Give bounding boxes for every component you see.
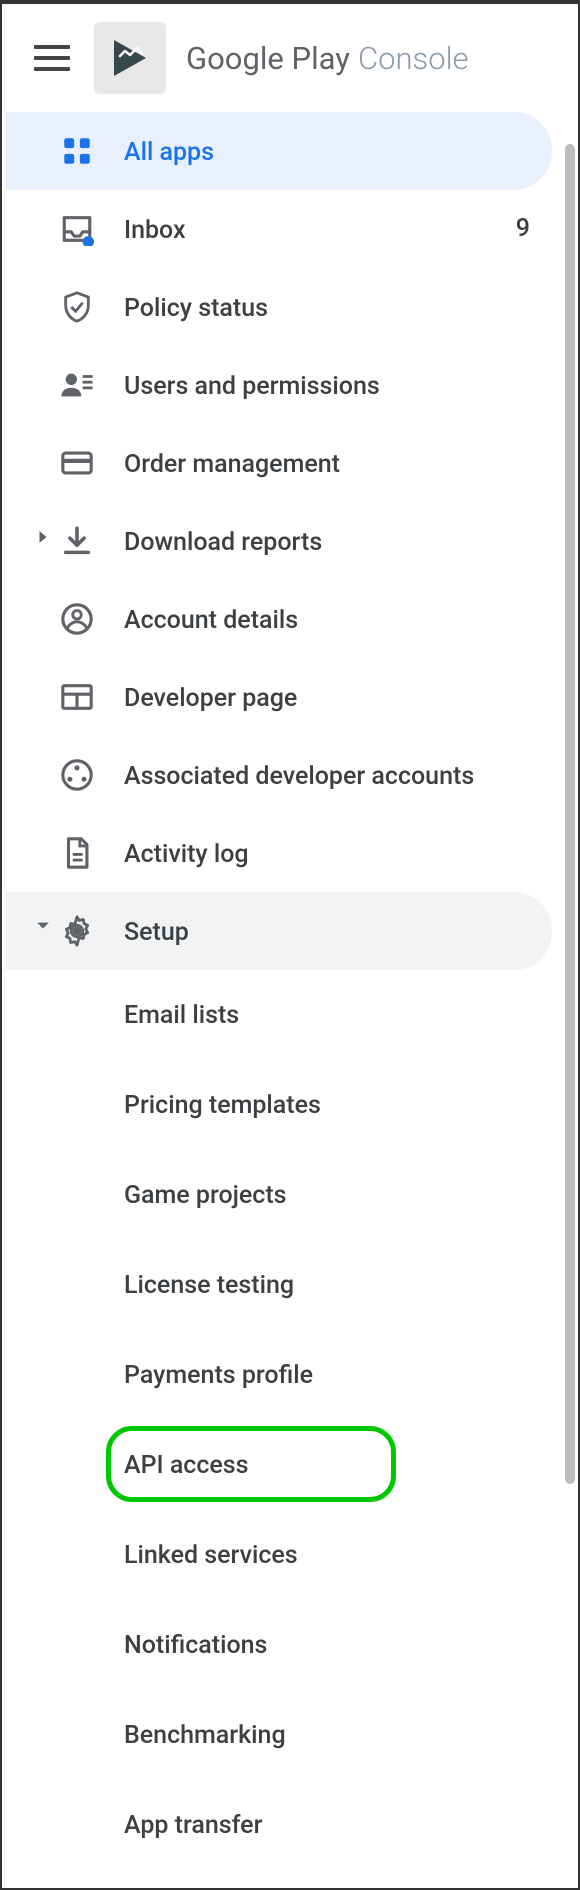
nav-policy-status[interactable]: Policy status [6, 268, 552, 346]
nav-all-apps[interactable]: All apps [6, 112, 552, 190]
nav-label: Setup [124, 916, 538, 950]
sub-payments-profile[interactable]: Payments profile [6, 1330, 552, 1420]
nav-order-management[interactable]: Order management [6, 424, 552, 502]
users-icon [58, 366, 96, 404]
nav-activity-log[interactable]: Activity log [6, 814, 552, 892]
setup-submenu: Email lists Pricing templates Game proje… [6, 970, 578, 1870]
nav-label: Order management [124, 448, 538, 482]
play-console-logo[interactable] [94, 22, 166, 94]
nav-label: Developer page [124, 682, 538, 716]
nav-label: Associated developer accounts [124, 760, 538, 794]
sub-benchmarking[interactable]: Benchmarking [6, 1690, 552, 1780]
gear-icon [58, 912, 96, 950]
nav-label: Users and permissions [124, 370, 538, 404]
shield-check-icon [58, 288, 96, 326]
nav-setup[interactable]: Setup [6, 892, 552, 970]
sub-api-access[interactable]: API access [6, 1420, 552, 1510]
sub-pricing-templates[interactable]: Pricing templates [6, 1060, 552, 1150]
apps-grid-icon [58, 132, 96, 170]
nav-label: Download reports [124, 526, 538, 560]
sub-label: Payments profile [124, 1361, 313, 1390]
download-icon [58, 522, 96, 560]
hamburger-menu-button[interactable] [30, 41, 74, 75]
header-bar: Google Play Console [2, 4, 578, 112]
nav-download-reports[interactable]: Download reports [6, 502, 552, 580]
nav-label: All apps [124, 136, 538, 170]
credit-card-icon [58, 444, 96, 482]
expand-down-icon[interactable] [32, 920, 54, 930]
brand-console-text: Console [358, 40, 469, 77]
sub-label: Linked services [124, 1541, 298, 1570]
sub-label: Benchmarking [124, 1721, 286, 1750]
sub-app-transfer[interactable]: App transfer [6, 1780, 552, 1870]
document-icon [58, 834, 96, 872]
sub-linked-services[interactable]: Linked services [6, 1510, 552, 1600]
web-page-icon [58, 678, 96, 716]
sub-label: Pricing templates [124, 1091, 321, 1120]
nav-label: Inbox [124, 214, 516, 248]
sub-label: Game projects [124, 1181, 287, 1210]
sub-game-projects[interactable]: Game projects [6, 1150, 552, 1240]
sub-label: Email lists [124, 1001, 239, 1030]
scrollbar[interactable] [565, 144, 575, 1484]
sub-label: App transfer [124, 1811, 262, 1840]
nav-associated-accounts[interactable]: Associated developer accounts [6, 736, 552, 814]
nav-label: Policy status [124, 292, 538, 326]
nav-account-details[interactable]: Account details [6, 580, 552, 658]
nav-inbox[interactable]: Inbox 9 [6, 190, 552, 268]
account-circle-icon [58, 600, 96, 638]
sub-email-lists[interactable]: Email lists [6, 970, 552, 1060]
inbox-badge: 9 [516, 214, 530, 243]
brand-play-text: Google Play [186, 40, 350, 77]
group-work-icon [58, 756, 96, 794]
sub-label: Notifications [124, 1631, 267, 1660]
nav-users-permissions[interactable]: Users and permissions [6, 346, 552, 424]
sidebar-nav: All apps Inbox 9 Policy status [2, 112, 578, 1870]
nav-label: Activity log [124, 838, 538, 872]
expand-right-icon[interactable] [32, 530, 54, 544]
sub-license-testing[interactable]: License testing [6, 1240, 552, 1330]
sub-label: License testing [124, 1271, 294, 1300]
sub-notifications[interactable]: Notifications [6, 1600, 552, 1690]
sub-label: API access [124, 1451, 249, 1480]
brand-title: Google Play Console [186, 40, 469, 77]
inbox-icon [58, 210, 96, 248]
nav-developer-page[interactable]: Developer page [6, 658, 552, 736]
nav-label: Account details [124, 604, 538, 638]
